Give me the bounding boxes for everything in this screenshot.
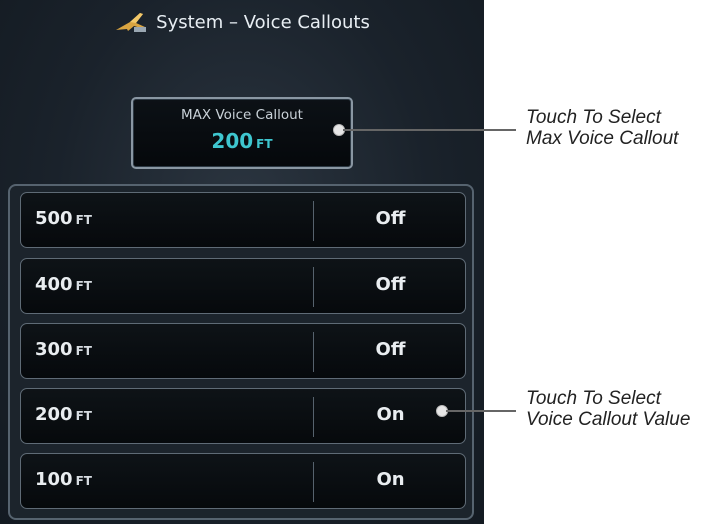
callout-row-500[interactable]: 500 FT Off	[20, 192, 466, 248]
row-altitude: 100 FT	[35, 469, 92, 490]
row-altitude: 200 FT	[35, 404, 92, 425]
altitude-number: 100	[35, 469, 73, 490]
row-altitude: 400 FT	[35, 274, 92, 295]
max-value-unit: FT	[256, 137, 273, 151]
callout-row-300[interactable]: 300 FT Off	[20, 323, 466, 379]
row-altitude: 500 FT	[35, 208, 92, 229]
callout-leader-line	[343, 129, 516, 131]
altitude-unit: FT	[75, 474, 92, 488]
touchscreen-panel: System – Voice Callouts MAX Voice Callou…	[0, 0, 484, 524]
row-state[interactable]: Off	[314, 274, 467, 295]
callout-row-100[interactable]: 100 FT On	[20, 453, 466, 509]
altitude-number: 400	[35, 274, 73, 295]
annotation-line: Max Voice Callout	[526, 128, 679, 149]
annotation-line: Voice Callout Value	[526, 409, 691, 430]
callout-row-200[interactable]: 200 FT On	[20, 388, 466, 444]
callout-leader-line	[446, 410, 516, 412]
altitude-unit: FT	[75, 279, 92, 293]
annotation-callout-value: Touch To Select Voice Callout Value	[526, 388, 690, 430]
altitude-unit: FT	[75, 213, 92, 227]
altitude-number: 300	[35, 339, 73, 360]
page-title: System – Voice Callouts	[156, 11, 370, 33]
max-voice-callout-value: 200 FT	[133, 129, 351, 153]
altitude-unit: FT	[75, 409, 92, 423]
altitude-number: 200	[35, 404, 73, 425]
max-value-number: 200	[211, 129, 254, 153]
callout-row-400[interactable]: 400 FT Off	[20, 258, 466, 314]
row-state[interactable]: On	[314, 469, 467, 490]
title-bar: System – Voice Callouts	[0, 0, 484, 44]
max-voice-callout-label: MAX Voice Callout	[181, 107, 303, 123]
max-voice-callout-button[interactable]: MAX Voice Callout 200 FT	[131, 97, 353, 169]
row-altitude: 300 FT	[35, 339, 92, 360]
row-state[interactable]: Off	[314, 208, 467, 229]
annotation-max-callout: Touch To Select Max Voice Callout	[526, 107, 678, 149]
altitude-unit: FT	[75, 344, 92, 358]
annotation-line: Touch To Select	[526, 107, 661, 128]
altitude-number: 500	[35, 208, 73, 229]
row-state[interactable]: Off	[314, 339, 467, 360]
airplane-settings-icon	[116, 13, 147, 32]
annotation-line: Touch To Select	[526, 388, 661, 409]
